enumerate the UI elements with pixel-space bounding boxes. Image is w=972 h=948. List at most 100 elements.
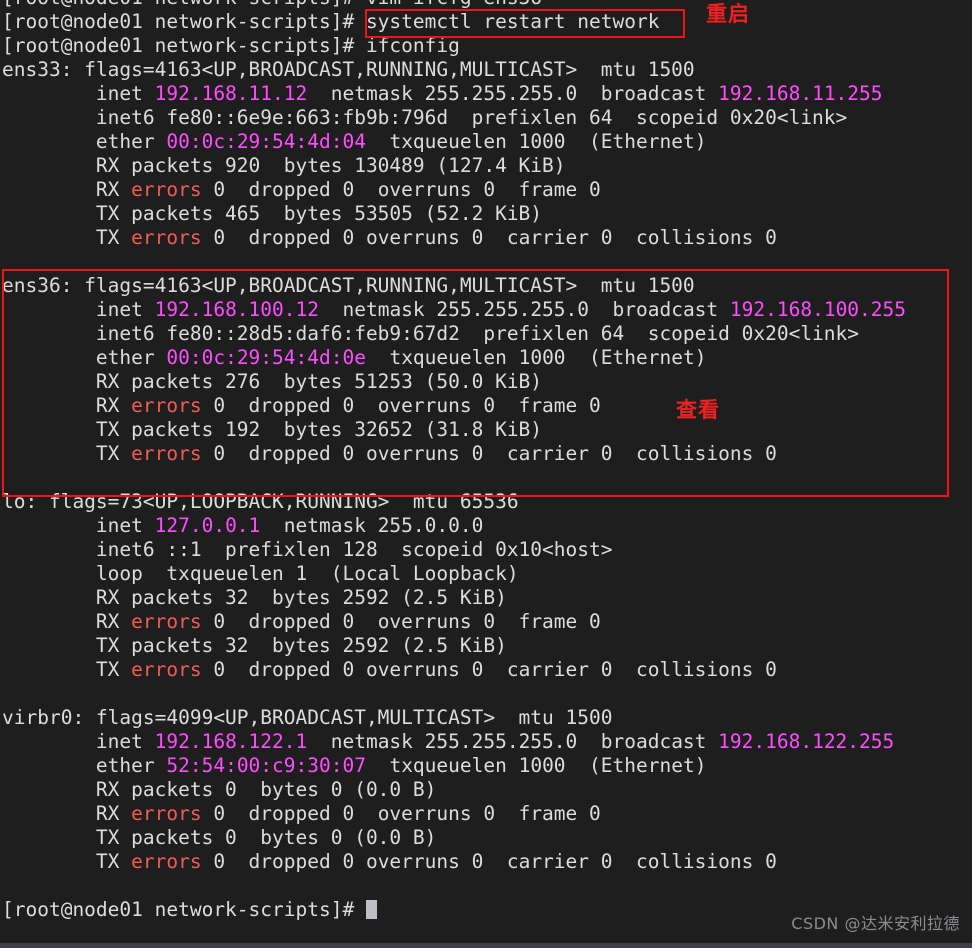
terminal-text: 0 dropped 0 overruns 0 frame 0 [201, 802, 601, 825]
terminal-text: RX [2, 802, 132, 825]
terminal-line: inet6 fe80::6e9e:663:fb9b:796d prefixlen… [0, 106, 972, 130]
terminal-line: inet6 ::1 prefixlen 128 scopeid 0x10<hos… [0, 538, 972, 562]
terminal-text: ens33: flags=4163<UP,BROADCAST,RUNNING,M… [2, 58, 695, 81]
terminal-text: RX packets 276 bytes 51253 (50.0 KiB) [2, 370, 543, 393]
terminal-text: inet6 fe80::6e9e:663:fb9b:796d prefixlen… [2, 106, 848, 129]
terminal-text: lo: flags=73<UP,LOOPBACK,RUNNING> mtu 65… [2, 490, 519, 513]
terminal-cursor [365, 900, 377, 919]
terminal-text: RX [2, 178, 132, 201]
terminal-text: RX [2, 610, 132, 633]
address-value: 192.168.122.1 [154, 730, 308, 753]
errors-keyword: errors [131, 178, 202, 201]
terminal-text: netmask 255.255.255.0 broadcast [319, 298, 730, 321]
errors-keyword: errors [131, 394, 202, 417]
terminal-text: ether [2, 754, 167, 777]
terminal-line: TX packets 465 bytes 53505 (52.2 KiB) [0, 202, 972, 226]
errors-keyword: errors [131, 226, 202, 249]
terminal-line: RX errors 0 dropped 0 overruns 0 frame 0 [0, 610, 972, 634]
terminal-line: TX packets 0 bytes 0 (0.0 B) [0, 826, 972, 850]
terminal-text: [root@node01 network-scripts]# ifconfig [2, 34, 460, 57]
terminal-line: ens36: flags=4163<UP,BROADCAST,RUNNING,M… [0, 274, 972, 298]
terminal-text: 0 dropped 0 overruns 0 frame 0 [201, 178, 601, 201]
errors-keyword: errors [131, 610, 202, 633]
terminal-text: TX packets 0 bytes 0 (0.0 B) [2, 826, 437, 849]
terminal-line: RX errors 0 dropped 0 overruns 0 frame 0 [0, 802, 972, 826]
address-value: 00:0c:29:54:4d:0e [166, 346, 366, 369]
terminal-line: RX packets 32 bytes 2592 (2.5 KiB) [0, 586, 972, 610]
address-value: 192.168.100.255 [729, 298, 907, 321]
terminal-line: inet 192.168.122.1 netmask 255.255.255.0… [0, 730, 972, 754]
window-bottom-bar [0, 943, 972, 948]
terminal-text: 0 dropped 0 overruns 0 carrier 0 collisi… [201, 658, 777, 681]
terminal-text: inet [2, 514, 155, 537]
address-value: 127.0.0.1 [154, 514, 261, 537]
terminal-line: inet 192.168.11.12 netmask 255.255.255.0… [0, 82, 972, 106]
terminal-line: TX errors 0 dropped 0 overruns 0 carrier… [0, 226, 972, 250]
terminal-text: RX [2, 394, 132, 417]
terminal-output: [root@node01 network-scripts]# vim ifcfg… [0, 0, 972, 922]
terminal-text: RX packets 0 bytes 0 (0.0 B) [2, 778, 437, 801]
terminal-line: loop txqueuelen 1 (Local Loopback) [0, 562, 972, 586]
terminal-line: inet 192.168.100.12 netmask 255.255.255.… [0, 298, 972, 322]
terminal-text: TX packets 465 bytes 53505 (52.2 KiB) [2, 202, 543, 225]
errors-keyword: errors [131, 850, 202, 873]
address-value: 192.168.11.12 [154, 82, 308, 105]
errors-keyword: errors [131, 802, 202, 825]
terminal-text: inet [2, 298, 155, 321]
terminal-line: [root@node01 network-scripts]# vim ifcfg… [0, 0, 972, 10]
terminal-text: 0 dropped 0 overruns 0 frame 0 [201, 610, 601, 633]
terminal-text: netmask 255.255.255.0 broadcast [307, 82, 719, 105]
terminal-line: RX packets 0 bytes 0 (0.0 B) [0, 778, 972, 802]
terminal-line: ether 00:0c:29:54:4d:0e txqueuelen 1000 … [0, 346, 972, 370]
terminal-text: RX packets 920 bytes 130489 (127.4 KiB) [2, 154, 566, 177]
terminal-text: inet6 fe80::28d5:daf6:feb9:67d2 prefixle… [2, 322, 860, 345]
terminal-line: TX errors 0 dropped 0 overruns 0 carrier… [0, 850, 972, 874]
address-value: 192.168.100.12 [154, 298, 319, 321]
address-value: 00:0c:29:54:4d:04 [166, 130, 366, 153]
terminal-text: txqueuelen 1000 (Ethernet) [365, 754, 707, 777]
terminal-text: 0 dropped 0 overruns 0 carrier 0 collisi… [201, 850, 777, 873]
terminal-line: RX errors 0 dropped 0 overruns 0 frame 0 [0, 394, 972, 418]
terminal-text: RX packets 32 bytes 2592 (2.5 KiB) [2, 586, 507, 609]
terminal-line: [root@node01 network-scripts]# ifconfig [0, 34, 972, 58]
terminal-text: TX [2, 850, 132, 873]
address-value: 192.168.11.255 [718, 82, 883, 105]
terminal-text: TX [2, 658, 132, 681]
terminal-text: inet [2, 730, 155, 753]
terminal-line: TX errors 0 dropped 0 overruns 0 carrier… [0, 442, 972, 466]
terminal-text: 0 dropped 0 overruns 0 carrier 0 collisi… [201, 226, 777, 249]
terminal-text: netmask 255.0.0.0 [260, 514, 484, 537]
errors-keyword: errors [131, 442, 202, 465]
address-value: 52:54:00:c9:30:07 [166, 754, 366, 777]
terminal-text: txqueuelen 1000 (Ethernet) [365, 130, 707, 153]
watermark: CSDN @达米安利拉德 [791, 914, 960, 933]
terminal-line: ether 52:54:00:c9:30:07 txqueuelen 1000 … [0, 754, 972, 778]
terminal-line: virbr0: flags=4099<UP,BROADCAST,MULTICAS… [0, 706, 972, 730]
terminal-text: [root@node01 network-scripts]# vim ifcfg… [2, 0, 542, 9]
terminal-text: netmask 255.255.255.0 broadcast [307, 730, 719, 753]
terminal-line: TX packets 32 bytes 2592 (2.5 KiB) [0, 634, 972, 658]
terminal-window[interactable]: [root@node01 network-scripts]# vim ifcfg… [0, 0, 972, 948]
terminal-text: [root@node01 network-scripts]# systemctl… [2, 10, 660, 33]
terminal-text: TX [2, 226, 132, 249]
terminal-text: 0 dropped 0 overruns 0 carrier 0 collisi… [201, 442, 777, 465]
terminal-line: TX packets 192 bytes 32652 (31.8 KiB) [0, 418, 972, 442]
terminal-text: virbr0: flags=4099<UP,BROADCAST,MULTICAS… [2, 706, 613, 729]
terminal-line: ens33: flags=4163<UP,BROADCAST,RUNNING,M… [0, 58, 972, 82]
annotation-restart: 重启 [706, 2, 750, 26]
address-value: 192.168.122.255 [718, 730, 895, 753]
terminal-text: loop txqueuelen 1 (Local Loopback) [2, 562, 519, 585]
terminal-line: RX packets 276 bytes 51253 (50.0 KiB) [0, 370, 972, 394]
terminal-line: inet 127.0.0.1 netmask 255.0.0.0 [0, 514, 972, 538]
terminal-line: TX errors 0 dropped 0 overruns 0 carrier… [0, 658, 972, 682]
annotation-view: 查看 [676, 398, 720, 422]
terminal-line: inet6 fe80::28d5:daf6:feb9:67d2 prefixle… [0, 322, 972, 346]
terminal-line: ether 00:0c:29:54:4d:04 txqueuelen 1000 … [0, 130, 972, 154]
errors-keyword: errors [131, 658, 202, 681]
terminal-text: TX packets 32 bytes 2592 (2.5 KiB) [2, 634, 507, 657]
terminal-text: 0 dropped 0 overruns 0 frame 0 [201, 394, 601, 417]
terminal-text: inet [2, 82, 155, 105]
terminal-text: ether [2, 130, 167, 153]
